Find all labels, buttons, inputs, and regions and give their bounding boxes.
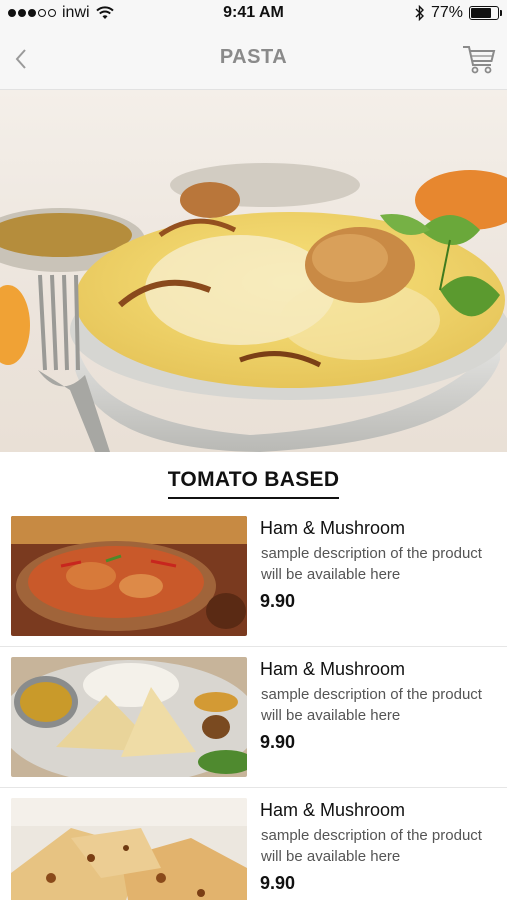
battery-percent: 77%: [430, 4, 463, 21]
status-bar: inwi 9:41 AM 77%: [0, 0, 507, 28]
section-title: TOMATO BASED: [0, 468, 507, 499]
battery-icon: [469, 6, 502, 20]
battery-fill: [471, 8, 492, 18]
product-image: [11, 657, 247, 777]
product-item[interactable]: Ham & Mushroom sample description of the…: [0, 647, 507, 788]
product-name: Ham & Mushroom: [260, 659, 406, 679]
product-description: sample description of the product will b…: [261, 686, 482, 724]
product-image: [11, 516, 247, 636]
cart-button[interactable]: [461, 42, 497, 76]
product-price: 9.90: [260, 873, 296, 893]
product-item[interactable]: Ham & Mushroom sample description of the…: [0, 506, 507, 647]
section-title-text: TOMATO BASED: [167, 468, 340, 499]
cart-icon: [463, 46, 496, 74]
product-image: [11, 798, 247, 900]
nav-bar: PASTA: [0, 28, 507, 90]
product-price: 9.90: [260, 591, 296, 611]
status-right: 77%: [415, 4, 502, 22]
product-price: 9.90: [260, 732, 296, 752]
bluetooth-icon: [415, 5, 424, 21]
product-description: sample description of the product will b…: [261, 545, 482, 583]
product-name: Ham & Mushroom: [260, 800, 406, 820]
product-name: Ham & Mushroom: [260, 518, 406, 538]
hero-image: [0, 90, 507, 452]
page-title: PASTA: [219, 46, 288, 68]
product-item[interactable]: Ham & Mushroom sample description of the…: [0, 788, 507, 900]
product-description: sample description of the product will b…: [261, 827, 482, 865]
